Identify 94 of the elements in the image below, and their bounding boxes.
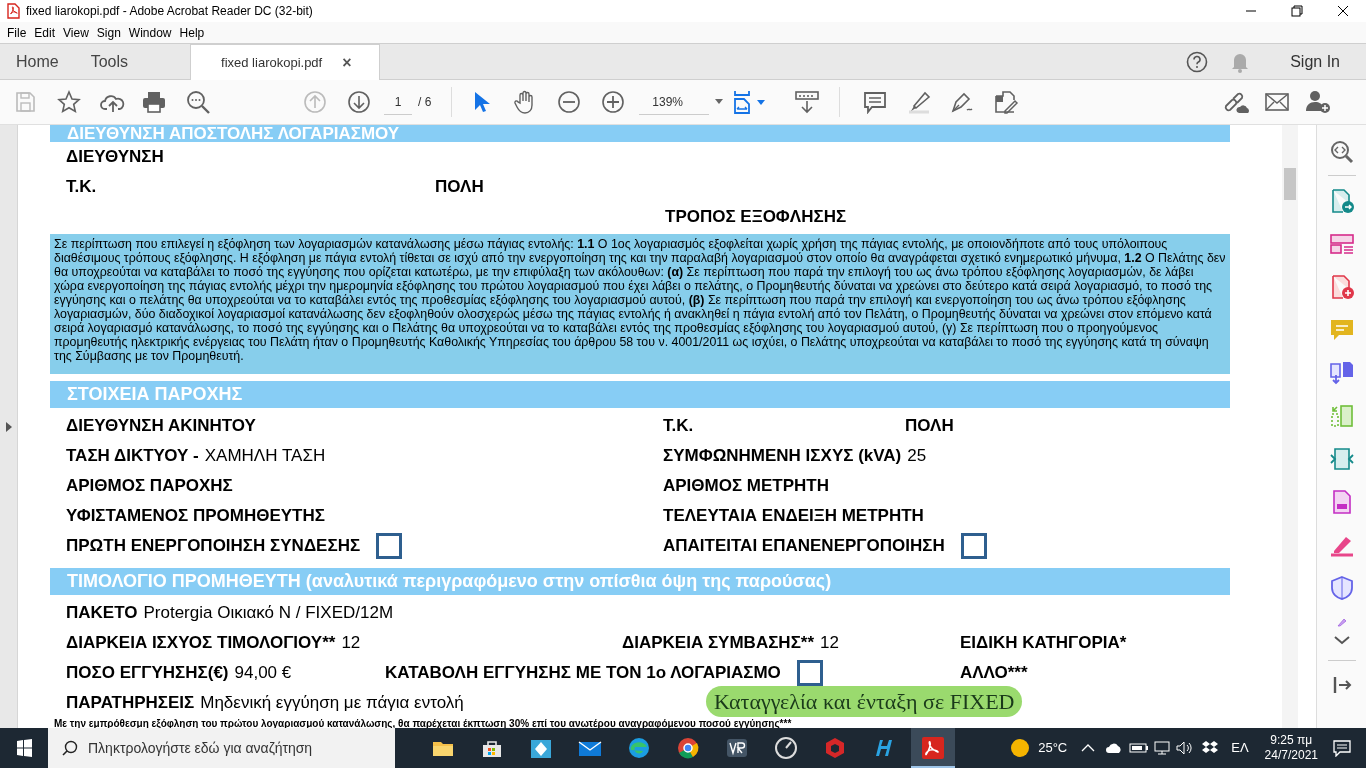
menu-item[interactable]: File — [3, 23, 31, 42]
notification-icon[interactable] — [1332, 739, 1352, 757]
organize-pages-icon[interactable] — [1329, 232, 1354, 256]
field-label: ΥΦΙΣΤΑΜΕΝΟΣ ΠΡΟΜΗΘΕΥΤΗΣ — [66, 505, 325, 528]
menu-item[interactable]: View — [59, 23, 93, 42]
ruler-download-icon[interactable] — [795, 90, 820, 114]
expand-panel-icon[interactable] — [5, 421, 12, 432]
field-value: ΧΑΜΗΛΗ ΤΑΣΗ — [204, 445, 326, 468]
mail-icon[interactable] — [1265, 90, 1290, 114]
sign-in-link[interactable]: Sign In — [1290, 49, 1340, 74]
field-label: ΠΑΡΑΤΗΡΗΣΕΙΣ — [66, 692, 195, 715]
field-value: Μηδενική εγγύηση με πάγια εντολή — [200, 692, 464, 715]
field-label: ΠΑΚΕΤΟ — [66, 602, 138, 625]
field-value: Protergia Οικιακό Ν / FIXED/12M — [143, 602, 394, 625]
terms-paragraph: Σε περίπτωση που επιλεγεί η εξόφληση των λογαριασμών κατανάλωσης μέσω πάγιας εντολής: 1.1 Ο 1ος λογαριασμός εξοφλείται χωρίς χρήση της πάγιας εντολής, με οποιονδήποτε από τους υπόλοιπους διαθέσιμους τρόπους εξόφλησης. Η εξόφληση με πάγια εντολή τίθεται σε ισχύ από την ενεργοποίηση της και την παραλαβή λογαριασμού στον οποίο θα αναγράφεται σχετικό ενημερωτικό μήνυμα, 1.2 Ο Πελάτης δεν θα υποχρεούται να καταβάλει το ποσό της εγγύησης που ορίζεται κατωτέρω, με την επιφύλαξη των ακόλουθων: (α) Σε περίπτωση που παρά την επιλογή του ως άνω τρόπου εξόφλησης λογαριασμών, δε λάβει χώρα ενεργοποίηση της πάγιας εντολής μέχρι την ημερομηνία εξόφλησης του πρώτου λογαριασμού που έχει λάβει ο πελάτης, ο Προμηθευτής δύναται να χρεώνει στο δεύτερο κατά σειρά λογαριασμό, το ποσό της εγγύησης και ο πελάτης θα υποχρεούται να το καταβάλει εντός της προθεσμίας εξόφλησης του λογαριασμού αυτού, (β) Σε περίπτωση που παρά την επιλογή και ενεργοποίηση του ως άνω τρόπου εξόφλησης λογαριασμών, δύο διαδοχικοί λογαριασμοί κατανάλωσης δεν εξοφληθούν ολοσχερώς μέσω της πάγιας εντολής ή ανακληθεί η πάγια εντολή από τον Πελάτη, ο Προμηθευτής δύναται να χρεώνει στον επόμενο κατά σειρά λογαριασμό κατανάλωσης, το ποσό της εγγύησης και ο Πελάτης θα υποχρεούται να το καταβάλει εντός της προθεσμίας εξόφλησης του λογαριασμού αυτού, (γ) Σε περίπτωση που ο προηγούμενος προμηθευτής ηλεκτρικής ενέργειας του Πελάτη ήταν ο Προμηθευτής Καθολικής Υπηρεσίας του άρθρου 58 του ν. 4001/2011 ως ισχύει, ο Πελάτης υποχρεούται να καταβάλει το ποσό της εγγύησης κατά τη σύναψη της Σύμβασης με τον Προμηθευτή. — [50, 234, 1230, 374]
add-user-icon[interactable] — [1306, 90, 1333, 114]
checkbox[interactable] — [796, 660, 823, 686]
field-value: 94,00 € — [234, 662, 292, 685]
tab[interactable]: fixed liarokopi.pdf × — [190, 44, 381, 80]
tab[interactable]: Tools — [74, 44, 145, 79]
fit-page-icon[interactable] — [733, 90, 768, 114]
checkbox[interactable] — [376, 533, 403, 559]
pdf-file-icon — [6, 3, 20, 19]
menu-item[interactable]: Help — [175, 23, 209, 42]
page-number-field[interactable]: 1 — [384, 89, 412, 115]
zoom-out-icon[interactable] — [557, 90, 582, 114]
taskbar-search-box[interactable]: Πληκτρολογήστε εδώ για αναζήτηση — [48, 728, 395, 768]
section-header: ΤΙΜΟΛΟΓΙΟ ΠΡΟΜΗΘΕΥΤΗ (αναλυτικά περιγραφόμενο στην οπίσθια όψη της παρούσας) — [50, 568, 1230, 595]
network-icon[interactable] — [1153, 740, 1172, 756]
chevron-up-icon[interactable] — [1081, 743, 1096, 753]
language-indicator[interactable]: ΕΛ — [1231, 738, 1249, 758]
section-header: ΣΤΟΙΧΕΙΑ ΠΑΡΟΧΗΣ — [50, 381, 1230, 408]
field-label: ΕΙΔΙΚΗ ΚΑΤΗΓΟΡΙΑ* — [960, 632, 1127, 655]
taskbar-app-icon[interactable] — [911, 728, 955, 768]
dropbox-icon[interactable] — [1201, 740, 1220, 756]
scrollbar[interactable] — [1282, 125, 1298, 728]
star-icon[interactable] — [57, 90, 81, 114]
field-label: ΔΙΕΥΘΥΝΣΗ — [66, 146, 164, 169]
checkbox[interactable] — [960, 533, 987, 559]
field-label: ΠΡΩΤΗ ΕΝΕΡΓΟΠΟΙΗΣΗ ΣΥΝΔΕΣΗΣ — [66, 535, 361, 558]
edit-document-icon[interactable] — [993, 90, 1020, 114]
field-label: ΤΑΣΗ ΔΙΚΤΥΟΥ - — [66, 445, 199, 468]
sun-icon — [1010, 738, 1031, 758]
clock-time[interactable]: 9:25 πμ — [1270, 733, 1313, 748]
field-label: ΔΙΕΥΘΥΝΣΗ ΑΚΙΝΗΤΟΥ — [66, 415, 256, 438]
annotation-note[interactable]: Καταγγελία και ένταξη σε FIXED — [706, 686, 1023, 717]
tab[interactable]: Home — [0, 44, 75, 79]
field-label: Τ.Κ. — [66, 176, 97, 199]
field-label: ΔΙΑΡΚΕΙΑ ΣΥΜΒΑΣΗΣ** — [622, 632, 815, 655]
zoom-in-icon[interactable] — [601, 90, 626, 114]
close-tab-icon[interactable]: × — [342, 50, 352, 75]
field-label: ΑΠΑΙΤΕΙΤΑΙ ΕΠΑΝΕΝΕΡΓΟΠΟΙΗΣΗ — [663, 535, 945, 558]
field-label: ΤΕΛΕΥΤΑΙΑ ΕΝΔΕΙΞΗ ΜΕΤΡΗΤΗ — [663, 505, 924, 528]
search-icon — [62, 740, 78, 756]
field-label: ΔΙΑΡΚΕΙΑ ΙΣΧΥΟΣ ΤΙΜΟΛΟΓΙΟΥ** — [66, 632, 336, 655]
window-title: fixed liarokopi.pdf - Adobe Acrobat Reader DC (32-bit) — [26, 3, 313, 20]
field-value: 12 — [820, 632, 839, 655]
arrow-down-icon[interactable] — [347, 90, 371, 114]
field-value: 12 — [341, 632, 361, 655]
field-label: ΤΡΟΠΟΣ ΕΞΟΦΛΗΣΗΣ — [665, 206, 847, 229]
create-pdf-icon[interactable] — [1329, 275, 1354, 299]
field-label: Τ.Κ. — [663, 415, 694, 438]
cloud-icon[interactable] — [1105, 742, 1124, 754]
print-icon[interactable] — [142, 90, 166, 114]
comment-icon[interactable] — [863, 90, 888, 114]
highlighter-icon[interactable] — [907, 90, 932, 114]
field-label: ΚΑΤΑΒΟΛΗ ΕΓΓΥΗΣΗΣ ΜΕ ΤΟΝ 1ο ΛΟΓΑΡΙΑΣΜΟ — [385, 662, 781, 685]
combine-files-icon[interactable] — [1329, 361, 1354, 385]
menu-item[interactable]: Edit — [30, 23, 60, 42]
zoom-dropdown[interactable]: 139% — [639, 89, 710, 115]
caret-icon — [715, 99, 724, 104]
help-icon[interactable] — [1186, 50, 1209, 73]
menu-item[interactable]: Sign — [92, 23, 125, 42]
field-label: ΠΟΛΗ — [435, 176, 484, 199]
taskbar-search-field[interactable]: Πληκτρολογήστε εδώ για αναζήτηση — [88, 737, 388, 759]
section-header: ΔΙΕΥΘΥΝΣΗ ΑΠΟΣΤΟΛΗΣ ΛΟΓΑΡΙΑΣΜΟΥ — [50, 125, 1230, 142]
field-label: ΑΛΛΟ*** — [960, 662, 1028, 685]
field-label: ΠΟΛΗ — [905, 415, 954, 438]
search-icon[interactable] — [186, 90, 210, 114]
field-label: ΠΟΣΟ ΕΓΓΥΗΣΗΣ(€) — [66, 662, 229, 685]
field-value: 25 — [907, 445, 927, 468]
link-cloud-icon[interactable] — [1222, 90, 1251, 114]
export-pdf-icon[interactable] — [1329, 189, 1354, 213]
menu-item[interactable]: Window — [124, 23, 176, 42]
zoom-search-icon[interactable] — [1329, 140, 1354, 164]
clock-date[interactable]: 24/7/2021 — [1264, 748, 1318, 763]
field-label: ΑΡΙΘΜΟΣ ΜΕΤΡΗΤΗ — [663, 475, 830, 498]
shield-icon[interactable] — [1329, 576, 1354, 600]
field-label: ΑΡΙΘΜΟΣ ΠΑΡΟΧΗΣ — [66, 475, 233, 498]
battery-icon[interactable] — [1129, 742, 1150, 754]
field-label: ΣΥΜΦΩΝΗΜΕΝΗ ΙΣΧΥΣ (kVA) — [663, 445, 902, 468]
compress-icon[interactable] — [1329, 447, 1354, 471]
temperature[interactable]: 25°C — [1038, 738, 1068, 758]
page-total: / 6 — [418, 94, 432, 111]
